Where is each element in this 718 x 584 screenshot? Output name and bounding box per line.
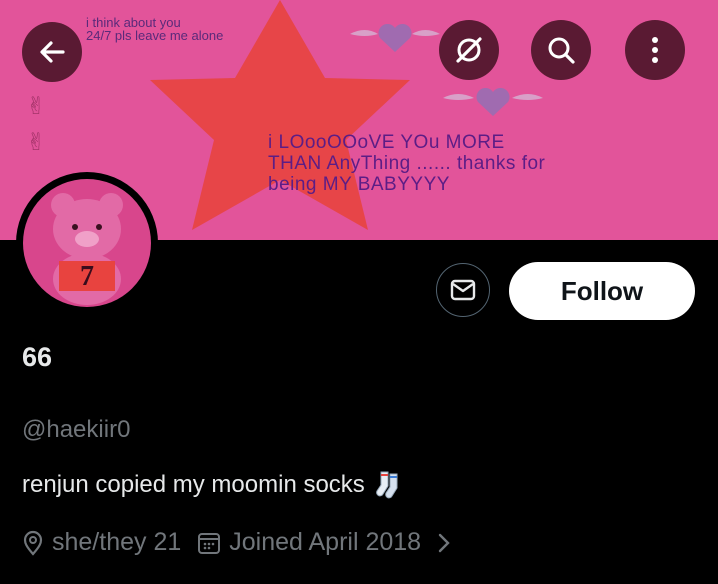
search-icon: [548, 37, 575, 64]
envelope-icon: [450, 279, 476, 301]
message-button[interactable]: [436, 263, 490, 317]
avatar-badge-number: 7: [80, 261, 94, 292]
joined-text: Joined April 2018: [229, 528, 422, 556]
bio: renjun copied my moomin socks: [22, 470, 403, 500]
chevron-right-icon[interactable]: [437, 532, 451, 554]
back-button[interactable]: [22, 22, 82, 82]
avatar-image: 7: [23, 179, 151, 307]
avatar[interactable]: 7: [16, 172, 158, 314]
user-handle: @haekiir0: [22, 416, 131, 443]
rock-hand-glyph: ✌: [26, 129, 47, 156]
grok-slash-icon: [456, 37, 482, 63]
socks-emoji-icon: [375, 471, 398, 499]
search-button[interactable]: [531, 20, 591, 80]
banner-small-text: i think about you 24/7 pls leave me alon…: [86, 15, 224, 43]
joined-item: Joined April 2018: [197, 528, 421, 557]
grok-button[interactable]: [439, 20, 499, 80]
more-button[interactable]: [625, 20, 685, 80]
location-item: she/they 21: [22, 528, 181, 557]
more-vertical-icon: [652, 37, 658, 63]
display-name: 66: [22, 342, 53, 372]
follow-button[interactable]: Follow: [509, 262, 695, 320]
profile-meta: she/they 21 Joined April 2018: [22, 528, 451, 557]
arrow-left-icon: [40, 41, 65, 63]
winged-heart-graphic: [443, 87, 543, 116]
winged-heart-graphic: [350, 23, 440, 52]
bio-text: renjun copied my moomin socks: [22, 471, 365, 498]
location-text: she/they 21: [52, 528, 182, 556]
banner-love-text: i LOooOOoVE YOu MORE THAN AnyThing .....…: [268, 132, 546, 195]
rock-hand-glyph: ✌: [26, 93, 47, 120]
location-pin-icon: [23, 530, 43, 556]
calendar-icon: [198, 532, 221, 554]
